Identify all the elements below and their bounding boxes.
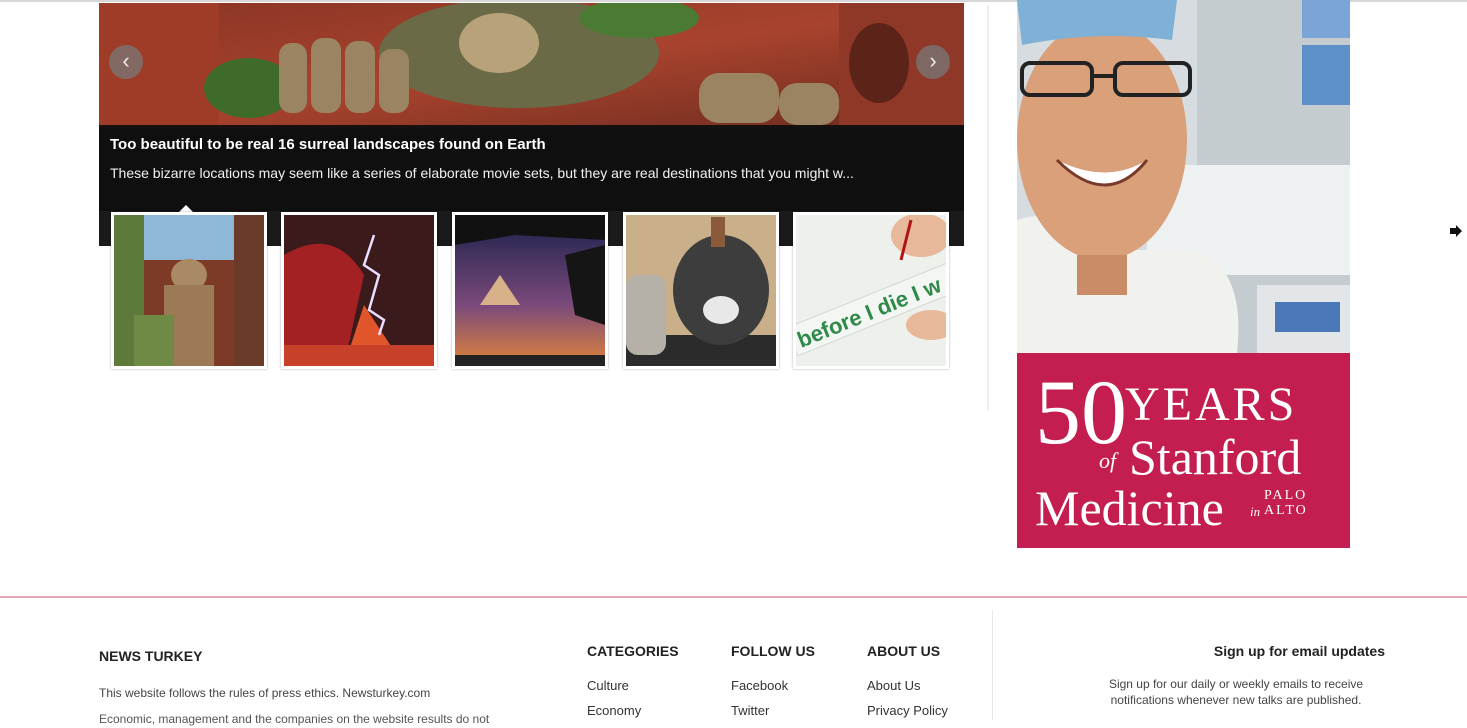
footer-link-about-us[interactable]: About Us <box>867 678 948 693</box>
footer-link-facebook[interactable]: Facebook <box>731 678 815 693</box>
ad-in: in <box>1250 504 1261 519</box>
footer-disclaimer-text: Economic, management and the companies o… <box>99 712 490 726</box>
slide-description: These bizarre locations may seem like a … <box>110 165 854 181</box>
ad-photo <box>1017 0 1350 353</box>
featured-slider[interactable]: ‹ › Too beautiful to be real 16 surreal … <box>99 3 964 246</box>
ad-medicine: Medicine <box>1035 480 1224 536</box>
signup-description: Sign up for our daily or weekly emails t… <box>1108 677 1364 707</box>
footer-col-follow: FOLLOW US Facebook Twitter <box>731 643 815 728</box>
ad-fifty: 50 <box>1035 361 1127 463</box>
ad-stanford: Stanford <box>1129 429 1302 485</box>
footer-col-heading: ABOUT US <box>867 643 941 659</box>
ad-text-panel: 50 YEARS of Stanford Medicine in PALO ALT… <box>1017 353 1350 548</box>
footer-brand: NEWS TURKEY <box>99 648 203 664</box>
footer-col-categories: CATEGORIES Culture Economy <box>587 643 679 728</box>
footer-link-culture[interactable]: Culture <box>587 678 679 693</box>
thumbnail-3[interactable] <box>452 212 608 369</box>
slide-caption: Too beautiful to be real 16 surreal land… <box>99 125 964 211</box>
footer-link-twitter[interactable]: Twitter <box>731 703 815 718</box>
footer-ethics-text: This website follows the rules of press … <box>99 686 431 700</box>
slider-prev-button[interactable]: ‹ <box>109 45 143 79</box>
footer-divider <box>992 610 993 720</box>
signup-heading: Sign up for email updates <box>1213 643 1385 659</box>
thumbnail-4[interactable] <box>623 212 779 369</box>
footer-col-about: ABOUT US About Us Privacy Policy <box>867 643 948 728</box>
chevron-right-icon: › <box>929 48 937 73</box>
thumbnail-2[interactable] <box>281 212 437 369</box>
thumbnail-strip: before I die I w <box>111 212 951 372</box>
slider-next-button[interactable]: › <box>916 45 950 79</box>
footer-col-heading: FOLLOW US <box>731 643 815 659</box>
cursor-icon <box>1450 225 1462 237</box>
footer-link-privacy[interactable]: Privacy Policy <box>867 703 948 718</box>
footer-link-economy[interactable]: Economy <box>587 703 679 718</box>
ad-palo-alto: PALO ALTO <box>1264 488 1308 518</box>
footer-col-heading: CATEGORIES <box>587 643 679 659</box>
ad-of: of <box>1099 448 1117 473</box>
stanford-medicine-ad[interactable]: 50 YEARS of Stanford Medicine in PALO ALT… <box>1017 0 1350 548</box>
chevron-left-icon: ‹ <box>122 48 130 73</box>
footer-top-border <box>0 596 1467 598</box>
slide-title[interactable]: Too beautiful to be real 16 surreal land… <box>110 136 546 153</box>
thumbnail-1[interactable] <box>111 212 267 369</box>
ad-years: YEARS <box>1125 378 1298 431</box>
slide-image[interactable] <box>99 3 964 128</box>
thumbnail-5[interactable]: before I die I w <box>793 212 949 369</box>
column-divider <box>987 5 989 410</box>
